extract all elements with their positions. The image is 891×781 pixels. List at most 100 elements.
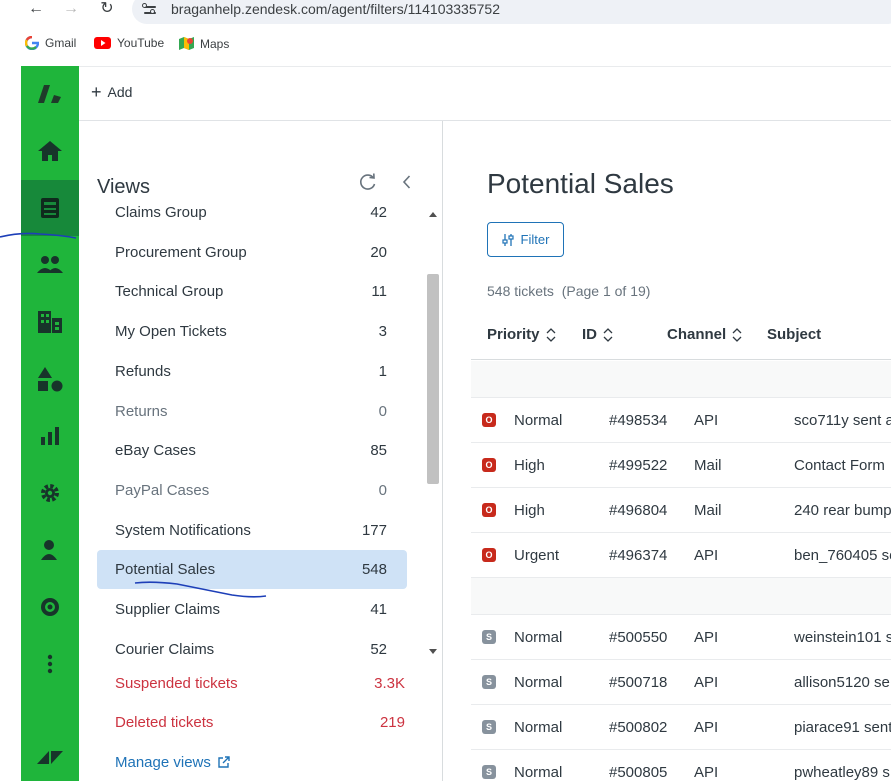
cell-id: #500550: [609, 629, 668, 646]
table-row[interactable]: O High #496804 Mail 240 rear bump: [471, 488, 891, 533]
view-item[interactable]: eBay Cases 85: [97, 431, 407, 470]
external-link-icon: [218, 756, 230, 768]
status-badge: O: [482, 458, 496, 472]
collapse-panel-icon[interactable]: [397, 172, 417, 192]
page-info: (Page 1 of 19): [561, 283, 651, 299]
views-icon: [41, 198, 59, 218]
view-item[interactable]: Potential Sales 548: [97, 550, 407, 590]
view-count: 42: [370, 204, 387, 221]
cell-priority: Normal: [514, 412, 563, 429]
nav-zendesk-products[interactable]: [21, 750, 79, 781]
manage-views-label: Manage views: [115, 754, 211, 771]
column-header-channel[interactable]: Channel: [667, 326, 742, 343]
views-title: Views: [97, 176, 150, 198]
view-label: Returns: [115, 402, 168, 420]
browser-toolbar: ← → ↻ braganhelp.zendesk.com/agent/filte…: [0, 0, 891, 26]
table-row[interactable]: S Normal #500550 API weinstein101 s: [471, 615, 891, 660]
cell-id: #496374: [609, 547, 668, 564]
nav-home[interactable]: [21, 123, 79, 179]
reload-icon[interactable]: ↻: [97, 0, 117, 18]
views-panel: Views Claims Group 42 Procurement Group 20 T…: [79, 121, 443, 781]
cell-id: #500718: [609, 674, 668, 691]
site-settings-icon[interactable]: [142, 3, 158, 17]
back-arrow-icon[interactable]: ←: [26, 0, 46, 18]
nav-objects[interactable]: [21, 351, 79, 407]
cell-subject[interactable]: weinstein101 s: [794, 629, 891, 646]
nav-user[interactable]: [21, 522, 79, 578]
column-header-subject[interactable]: Subject: [767, 326, 821, 343]
view-label: My Open Tickets: [115, 323, 227, 341]
view-item[interactable]: Supplier Claims 41: [97, 590, 407, 629]
suspended-tickets-view[interactable]: Suspended tickets 3.3K: [115, 675, 405, 692]
views-list: Claims Group 42 Procurement Group 20 Technic…: [97, 203, 413, 655]
table-row[interactable]: S Normal #500718 API allison5120 se: [471, 660, 891, 705]
cell-subject[interactable]: Contact Form: [794, 457, 885, 474]
view-label: Potential Sales: [115, 561, 216, 579]
nav-views[interactable]: [21, 180, 79, 236]
sort-icon: [732, 327, 742, 342]
bookmark-gmail[interactable]: Gmail: [25, 36, 76, 50]
views-scrollbar[interactable]: [426, 210, 440, 656]
nav-customers[interactable]: [21, 237, 79, 293]
table-row[interactable]: O High #499522 Mail Contact Form: [471, 443, 891, 488]
group-row: [471, 578, 891, 615]
url-text[interactable]: braganhelp.zendesk.com/agent/filters/114…: [171, 1, 500, 17]
nav-mailchimp[interactable]: [21, 579, 79, 635]
view-item[interactable]: System Notifications 177: [97, 511, 407, 550]
top-header: + Add: [79, 66, 891, 121]
cell-subject[interactable]: sco711y sent a: [794, 412, 891, 429]
view-item[interactable]: Procurement Group 20: [97, 233, 407, 272]
column-header-priority[interactable]: Priority: [487, 326, 556, 343]
status-badge: O: [482, 503, 496, 517]
column-header-id[interactable]: ID: [582, 326, 613, 343]
scroll-thumb[interactable]: [427, 274, 439, 484]
table-row[interactable]: O Normal #498534 API sco711y sent a: [471, 398, 891, 443]
add-button[interactable]: + Add: [91, 82, 132, 102]
cell-channel: API: [694, 412, 719, 429]
column-label: Priority: [487, 326, 540, 343]
view-item[interactable]: Refunds 1: [97, 352, 407, 391]
view-item[interactable]: PayPal Cases 0: [97, 471, 407, 510]
cell-priority: Normal: [514, 764, 563, 781]
table-row[interactable]: O Urgent #496374 API ben_760405 se: [471, 533, 891, 578]
view-item[interactable]: Technical Group 11: [97, 272, 407, 311]
objects-icon: [38, 367, 63, 392]
view-label: System Notifications: [115, 521, 251, 539]
cell-subject[interactable]: piarace91 sent: [794, 719, 891, 736]
filter-button[interactable]: Filter: [487, 222, 564, 257]
view-item[interactable]: Claims Group 42: [97, 203, 407, 232]
manage-views-link[interactable]: Manage views: [115, 754, 230, 771]
nav-more[interactable]: [21, 636, 79, 692]
more-vertical-icon: [47, 654, 53, 674]
address-bar[interactable]: braganhelp.zendesk.com/agent/filters/114…: [132, 0, 891, 24]
plus-icon: +: [91, 82, 102, 102]
scroll-down-arrow-icon[interactable]: [429, 649, 437, 654]
bookmark-youtube[interactable]: YouTube: [94, 36, 164, 50]
nav-reporting[interactable]: [21, 408, 79, 464]
view-label: Claims Group: [115, 204, 207, 221]
view-label: Technical Group: [115, 283, 224, 301]
deleted-tickets-view[interactable]: Deleted tickets 219: [115, 714, 405, 731]
cell-subject[interactable]: ben_760405 se: [794, 547, 891, 564]
suspended-label: Suspended tickets: [115, 675, 238, 692]
cell-subject[interactable]: 240 rear bump: [794, 502, 891, 519]
maps-icon: [179, 37, 194, 50]
table-row[interactable]: S Normal #500805 API pwheatley89 s: [471, 750, 891, 781]
bookmark-label: Maps: [200, 36, 230, 51]
cell-subject[interactable]: pwheatley89 s: [794, 764, 890, 781]
refresh-icon[interactable]: [358, 172, 378, 192]
view-item[interactable]: My Open Tickets 3: [97, 312, 407, 351]
view-count: 20: [370, 243, 387, 261]
cell-subject[interactable]: allison5120 se: [794, 674, 890, 691]
cell-priority: High: [514, 502, 545, 519]
zendesk-logo[interactable]: [21, 66, 79, 122]
nav-admin[interactable]: [21, 465, 79, 521]
view-count: 177: [361, 521, 387, 539]
bookmark-maps[interactable]: Maps: [179, 36, 229, 51]
table-row[interactable]: S Normal #500802 API piarace91 sent: [471, 705, 891, 750]
nav-organizations[interactable]: [21, 294, 79, 350]
view-item[interactable]: Returns 0: [97, 392, 407, 431]
view-item[interactable]: Courier Claims 52: [97, 630, 407, 655]
scroll-up-arrow-icon[interactable]: [429, 212, 437, 217]
forward-arrow-icon[interactable]: →: [61, 0, 81, 18]
